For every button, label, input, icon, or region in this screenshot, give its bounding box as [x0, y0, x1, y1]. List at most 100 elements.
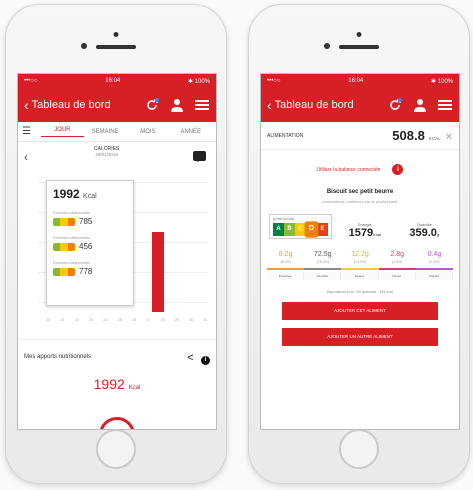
stage: •••○○ 16:04 ✱ 100% ‹ Tableau de bord ☰ J…: [0, 0, 473, 490]
axis-tick-label: 26: [131, 317, 137, 322]
equivalence-text: Équivalence pour 100 grammes : 439 Kcal: [327, 290, 393, 294]
nutriscore-mini-icon: [53, 217, 75, 226]
product-subtitle: Informations nutritives pour le produit …: [322, 199, 398, 204]
axis-tick-label: 28: [160, 317, 165, 322]
macro-grams: 12.7g: [351, 251, 369, 258]
sync-icon[interactable]: [144, 97, 160, 113]
scale-label: Utiliser la balance connectée: [316, 166, 381, 173]
popup-row: Formules nutritionnelles 785: [53, 211, 127, 226]
screen-food: •••○○ 16:04 ✱ 100% ‹ Tableau de bord ALI…: [260, 73, 460, 430]
popup-row-caption: Formules nutritionnelles: [53, 211, 91, 215]
quantity-value[interactable]: 359.0: [409, 227, 437, 239]
tab-semaine[interactable]: SEMAINE: [84, 129, 127, 135]
carrier-signal: •••○○: [24, 78, 38, 84]
phone-right: •••○○ 16:04 ✱ 100% ‹ Tableau de bord ALI…: [248, 4, 470, 484]
popup-row-value: 785: [79, 217, 93, 226]
nutriscore-b: B: [284, 223, 295, 236]
period-tabs: ☰ JOUR SEMAINE MOIS ANNÉE: [18, 122, 216, 142]
axis-tick-label: 27: [146, 317, 151, 322]
user-icon[interactable]: [412, 97, 428, 113]
axis-tick-label: 20: [46, 317, 51, 322]
energy-value: 1579: [348, 227, 374, 239]
info-icon[interactable]: i: [392, 164, 404, 175]
front-sensor: [81, 43, 87, 49]
status-bar: •••○○ 16:04 ✱ 100%: [261, 74, 459, 88]
axis-tick-label: 31: [203, 317, 208, 322]
camera-dot: [113, 32, 119, 37]
add-food-button[interactable]: AJOUTER CET ALIMENT: [282, 302, 438, 320]
popup-total-unit: Kcal: [83, 193, 97, 200]
nutriscore-label: NUTRI-SCORE: [273, 217, 294, 221]
energy-unit: Kcal: [373, 232, 381, 237]
user-icon[interactable]: [169, 97, 185, 113]
speaker: [96, 45, 136, 49]
home-button[interactable]: [339, 429, 379, 469]
status-bar: •••○○ 16:04 ✱ 100%: [18, 74, 216, 88]
nutriscore-mini-icon: [53, 267, 75, 276]
calorie-bar[interactable]: [152, 232, 164, 312]
macro-grams: 8.2g: [278, 251, 293, 258]
day-axis: 20 21 22 23 24 25 26 27 28 29 30 31: [46, 317, 208, 322]
kcal-value: 1992: [93, 376, 125, 392]
macro-proteines: 8.2g (8.0%): [267, 251, 304, 264]
axis-tick-label: 29: [174, 317, 180, 322]
chevron-left-icon[interactable]: ‹: [24, 98, 29, 112]
share-icon[interactable]: <: [187, 352, 193, 364]
info-icon[interactable]: i: [201, 356, 210, 365]
tab-annee[interactable]: ANNÉE: [169, 129, 212, 135]
macro-label: Sodium: [415, 272, 454, 280]
front-sensor: [324, 43, 330, 49]
popup-row-value: 778: [79, 267, 93, 276]
tab-jour[interactable]: JOUR: [40, 127, 84, 137]
connected-scale[interactable]: Utiliser la balance connectée i: [261, 164, 459, 175]
calorie-popup: 1992 Kcal Formules nutritionnelles 785 F…: [46, 180, 134, 306]
header-title[interactable]: ‹ Tableau de bord: [24, 98, 144, 112]
battery: ✱ 100%: [187, 78, 210, 85]
comment-icon[interactable]: [193, 151, 206, 162]
popup-total: 1992 Kcal: [53, 187, 127, 201]
chart-subheader: ‹ CALORIES 29/01/2018: [18, 142, 216, 172]
chevron-left-icon[interactable]: ‹: [267, 98, 272, 112]
nutriscore-a: A: [273, 223, 284, 236]
nutrition-summary: Mes apports nutritionnels < i 1992 Kcal: [18, 339, 216, 429]
menu-icon[interactable]: [437, 97, 453, 113]
add-other-food-button[interactable]: AJOUTER UN AUTRE ALIMENT: [282, 328, 438, 346]
quantity-metric: Quantité 359.0g: [398, 222, 452, 239]
macro-lipides: 12.7g (13.2%): [341, 251, 378, 264]
axis-tick-label: 25: [117, 317, 123, 322]
page-title: Tableau de bord: [31, 99, 111, 111]
tab-mois[interactable]: MOIS: [127, 129, 170, 135]
macro-glucides: 72.5g (75.1%): [304, 251, 341, 264]
calories-caption: CALORIES 29/01/2018: [94, 146, 119, 157]
nutriscore-mini-icon: [53, 242, 75, 251]
carrier-signal: •••○○: [267, 78, 281, 84]
calorie-chart: 20 21 22 23 24 25 26 27 28 29 30 31 1992 Kcal Formu…: [22, 172, 212, 322]
list-icon[interactable]: ☰: [22, 126, 31, 137]
axis-tick-label: 23: [88, 317, 94, 322]
kcal-unit: Kcal: [128, 385, 141, 391]
macro-sodium: 0.4g (0.4%): [416, 251, 453, 264]
clock: 16:04: [105, 78, 121, 84]
home-button[interactable]: [96, 429, 136, 469]
product-name: Biscuit sec petit beurre: [326, 189, 394, 195]
macro-fibres: 2.8g (2.9%): [379, 251, 416, 264]
axis-tick-label: 30: [189, 317, 194, 322]
sync-icon[interactable]: [387, 97, 403, 113]
previous-day-icon[interactable]: ‹: [24, 150, 28, 164]
kcal-total: 1992 Kcal: [18, 376, 216, 392]
close-icon[interactable]: ✕: [445, 132, 453, 143]
popup-row: Formules nutritionnelles 456: [53, 236, 127, 251]
header-title[interactable]: ‹ Tableau de bord: [267, 98, 387, 112]
menu-icon[interactable]: [194, 97, 210, 113]
macro-percent: (8.0%): [280, 260, 291, 264]
total-kcal: 508.8: [392, 128, 425, 143]
nutriscore-e: E: [317, 223, 328, 236]
screen-dashboard: •••○○ 16:04 ✱ 100% ‹ Tableau de bord ☰ J…: [17, 73, 217, 430]
macro-label: Protéines: [267, 272, 305, 280]
axis-tick-label: 24: [103, 317, 108, 322]
app-header: ‹ Tableau de bord: [261, 88, 459, 122]
popup-row-value: 456: [79, 242, 93, 251]
macro-grams: 72.5g: [314, 251, 332, 258]
nutriscore-badge: NUTRI-SCORE A B C D E: [269, 214, 332, 239]
popup-row-caption: Formules nutritionnelles: [53, 261, 91, 265]
